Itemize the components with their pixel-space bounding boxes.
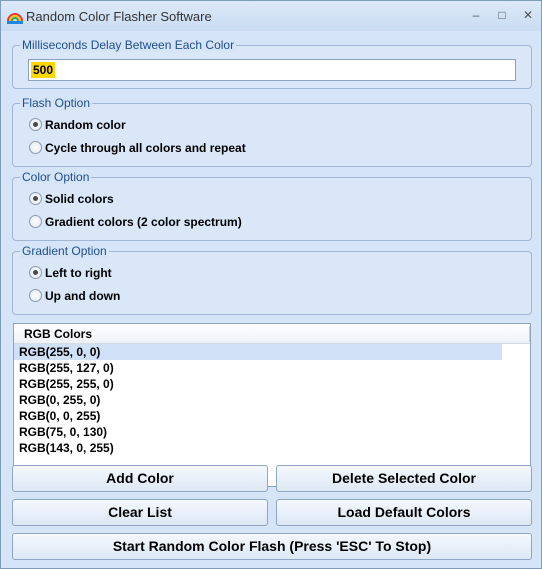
radio-button[interactable]: [29, 215, 42, 228]
load-default-colors-button[interactable]: Load Default Colors: [276, 499, 532, 526]
list-rows: RGB(255, 0, 0) RGB(255, 127, 0) RGB(255,…: [14, 344, 530, 456]
rgb-colors-list[interactable]: RGB Colors RGB(255, 0, 0) RGB(255, 127, …: [13, 323, 531, 487]
list-item[interactable]: RGB(0, 255, 0): [14, 392, 502, 408]
radio-button-checked[interactable]: [29, 266, 42, 279]
delay-input[interactable]: 500: [28, 59, 516, 81]
clear-list-button[interactable]: Clear List: [12, 499, 268, 526]
flash-option-legend: Flash Option: [20, 96, 93, 110]
list-item[interactable]: RGB(143, 0, 255): [14, 440, 502, 456]
radio-label: Gradient colors (2 color spectrum): [45, 215, 242, 229]
title-bar[interactable]: Random Color Flasher Software – □ ✕: [1, 1, 541, 31]
start-flash-button[interactable]: Start Random Color Flash (Press 'ESC' To…: [12, 533, 532, 560]
add-color-button[interactable]: Add Color: [12, 465, 268, 492]
client-area: Milliseconds Delay Between Each Color 50…: [1, 31, 541, 568]
list-item[interactable]: RGB(255, 255, 0): [14, 376, 502, 392]
window-title: Random Color Flasher Software: [26, 9, 212, 24]
radio-label: Random color: [45, 118, 126, 132]
delete-selected-color-button[interactable]: Delete Selected Color: [276, 465, 532, 492]
delay-input-value: 500: [31, 62, 56, 78]
list-item[interactable]: RGB(255, 0, 0): [14, 344, 502, 360]
list-item[interactable]: RGB(0, 0, 255): [14, 408, 502, 424]
color-option-group: Color Option Solid colors Gradient color…: [12, 170, 532, 241]
gradient-option-group: Gradient Option Left to right Up and dow…: [12, 244, 532, 315]
column-separator[interactable]: [529, 326, 530, 342]
column-header-rgb-colors[interactable]: RGB Colors: [14, 324, 530, 344]
radio-label: Left to right: [45, 266, 112, 280]
radio-button[interactable]: [29, 141, 42, 154]
list-item[interactable]: RGB(75, 0, 130): [14, 424, 502, 440]
delay-group: Milliseconds Delay Between Each Color 50…: [12, 38, 532, 89]
app-window: Random Color Flasher Software – □ ✕ Mill…: [0, 0, 542, 569]
list-header[interactable]: RGB Colors: [14, 324, 530, 344]
radio-label: Solid colors: [45, 192, 114, 206]
minimize-button[interactable]: –: [463, 5, 489, 25]
radio-label: Up and down: [45, 289, 121, 303]
list-item[interactable]: RGB(255, 127, 0): [14, 360, 502, 376]
maximize-button[interactable]: □: [489, 5, 515, 25]
radio-label: Cycle through all colors and repeat: [45, 141, 246, 155]
close-button[interactable]: ✕: [515, 5, 541, 25]
delay-group-legend: Milliseconds Delay Between Each Color: [20, 38, 237, 52]
rainbow-app-icon: [7, 13, 23, 24]
color-option-legend: Color Option: [20, 170, 92, 184]
gradient-option-legend: Gradient Option: [20, 244, 109, 258]
flash-option-group: Flash Option Random color Cycle through …: [12, 96, 532, 167]
radio-button[interactable]: [29, 289, 42, 302]
radio-button-checked[interactable]: [29, 118, 42, 131]
radio-button-checked[interactable]: [29, 192, 42, 205]
